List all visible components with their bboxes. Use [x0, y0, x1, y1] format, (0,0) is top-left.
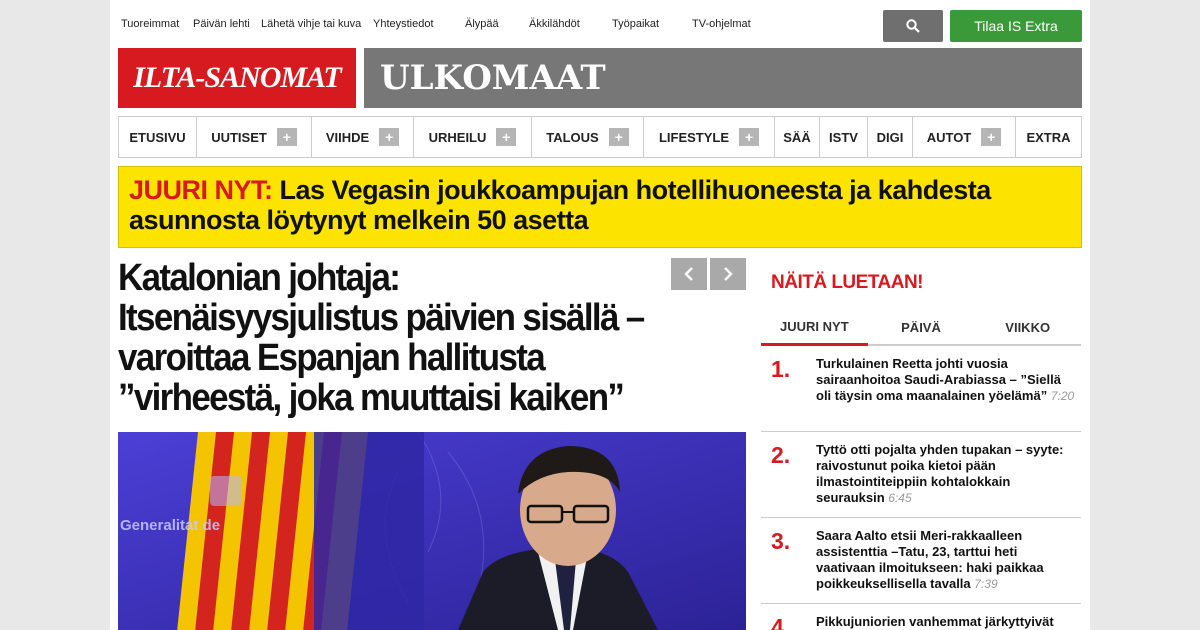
plus-icon[interactable]: + — [608, 128, 629, 146]
nav-item-etusivu[interactable]: ETUSIVU — [119, 117, 197, 157]
nav-item-saa[interactable]: SÄÄ — [775, 117, 820, 157]
site-logo[interactable]: ILTA-SANOMAT — [118, 48, 356, 108]
list-item-time: 7:20 — [1050, 389, 1075, 403]
photo-wall-text: Generalitat de — [120, 517, 220, 534]
most-read-title: NÄITÄ LUETAAN! — [771, 272, 924, 293]
top-link-tyopaikat[interactable]: Työpaikat — [612, 18, 659, 30]
list-item-text: Saara Aalto etsii Meri-rakkaalleen assis… — [816, 528, 1044, 591]
list-item-time: 7:39 — [974, 577, 998, 591]
next-article-button[interactable] — [710, 258, 746, 290]
nav-item-viihde[interactable]: VIIHDE + — [312, 117, 414, 157]
list-item-text: Pikkujuniorien vanhemmat järkyttyivät — [816, 614, 1054, 629]
prev-article-button[interactable] — [671, 258, 707, 290]
most-read-tabs: JUURI NYT PÄIVÄ VIIKKO — [761, 310, 1081, 346]
top-link-paivan-lehti[interactable]: Päivän lehti — [193, 18, 250, 30]
list-item-text: Turkulainen Reetta johti vuosia sairaanh… — [816, 356, 1075, 403]
section-title: ULKOMAAT — [364, 48, 1082, 108]
nav-item-autot[interactable]: AUTOT + — [913, 117, 1016, 157]
tab-viikko[interactable]: VIIKKO — [974, 310, 1081, 344]
list-item-time: 6:45 — [888, 491, 912, 505]
chevron-right-icon — [724, 267, 733, 281]
list-item-number: 2. — [771, 442, 791, 468]
top-link-alypaa[interactable]: Älypää — [465, 18, 499, 30]
article-headline[interactable]: Katalonian johtaja: Itsenäisyysjulistus … — [118, 258, 679, 418]
top-link-akkilahdot[interactable]: Äkkilähdöt — [529, 18, 580, 30]
breaking-label: JUURI NYT: — [129, 175, 273, 205]
tab-paiva[interactable]: PÄIVÄ — [868, 310, 975, 344]
chevron-left-icon — [684, 267, 693, 281]
subscribe-button[interactable]: Tilaa IS Extra — [950, 10, 1082, 42]
top-link-laheta-vihje[interactable]: Lähetä vihje tai kuva — [261, 18, 361, 30]
article-photo-image: Generalitat de — [118, 432, 746, 630]
list-item-number: 3. — [771, 528, 791, 554]
page: Tuoreimmat Päivän lehti Lähetä vihje tai… — [110, 0, 1090, 630]
nav-item-talous[interactable]: TALOUS + — [532, 117, 644, 157]
nav-item-digi[interactable]: DIGI — [868, 117, 913, 157]
nav-item-istv[interactable]: ISTV — [820, 117, 868, 157]
top-link-tuoreimmat[interactable]: Tuoreimmat — [121, 18, 179, 30]
list-item-number: 4. — [771, 614, 791, 630]
tab-juuri-nyt[interactable]: JUURI NYT — [761, 310, 868, 346]
plus-icon[interactable]: + — [276, 128, 297, 146]
top-link-tv-ohjelmat[interactable]: TV-ohjelmat — [692, 18, 751, 30]
search-icon — [906, 19, 920, 33]
search-button[interactable] — [883, 10, 943, 42]
nav-item-uutiset[interactable]: UUTISET + — [197, 117, 312, 157]
plus-icon[interactable]: + — [981, 128, 1002, 146]
plus-icon[interactable]: + — [496, 128, 517, 146]
list-item[interactable]: 2. Tyttö otti pojalta yhden tupakan – sy… — [761, 432, 1081, 518]
article-photo[interactable]: Generalitat de — [118, 432, 746, 630]
list-item[interactable]: 1. Turkulainen Reetta johti vuosia saira… — [761, 346, 1081, 432]
list-item-number: 1. — [771, 356, 791, 382]
plus-icon[interactable]: + — [739, 128, 760, 146]
nav-item-extra[interactable]: EXTRA — [1016, 117, 1081, 157]
main-nav: ETUSIVU UUTISET + VIIHDE + URHEILU + TALOUS… — [118, 116, 1082, 158]
list-item[interactable]: 3. Saara Aalto etsii Meri-rakkaalleen as… — [761, 518, 1081, 604]
list-item[interactable]: 4. Pikkujuniorien vanhemmat järkyttyivät — [761, 604, 1081, 630]
list-item-text: Tyttö otti pojalta yhden tupakan – syyte… — [816, 442, 1064, 505]
breaking-news-banner[interactable]: JUURI NYT: Las Vegasin joukkoampujan hot… — [118, 166, 1082, 248]
nav-item-lifestyle[interactable]: LIFESTYLE + — [644, 117, 775, 157]
nav-item-urheilu[interactable]: URHEILU + — [414, 117, 532, 157]
top-link-yhteystiedot[interactable]: Yhteystiedot — [373, 18, 434, 30]
plus-icon[interactable]: + — [379, 128, 400, 146]
